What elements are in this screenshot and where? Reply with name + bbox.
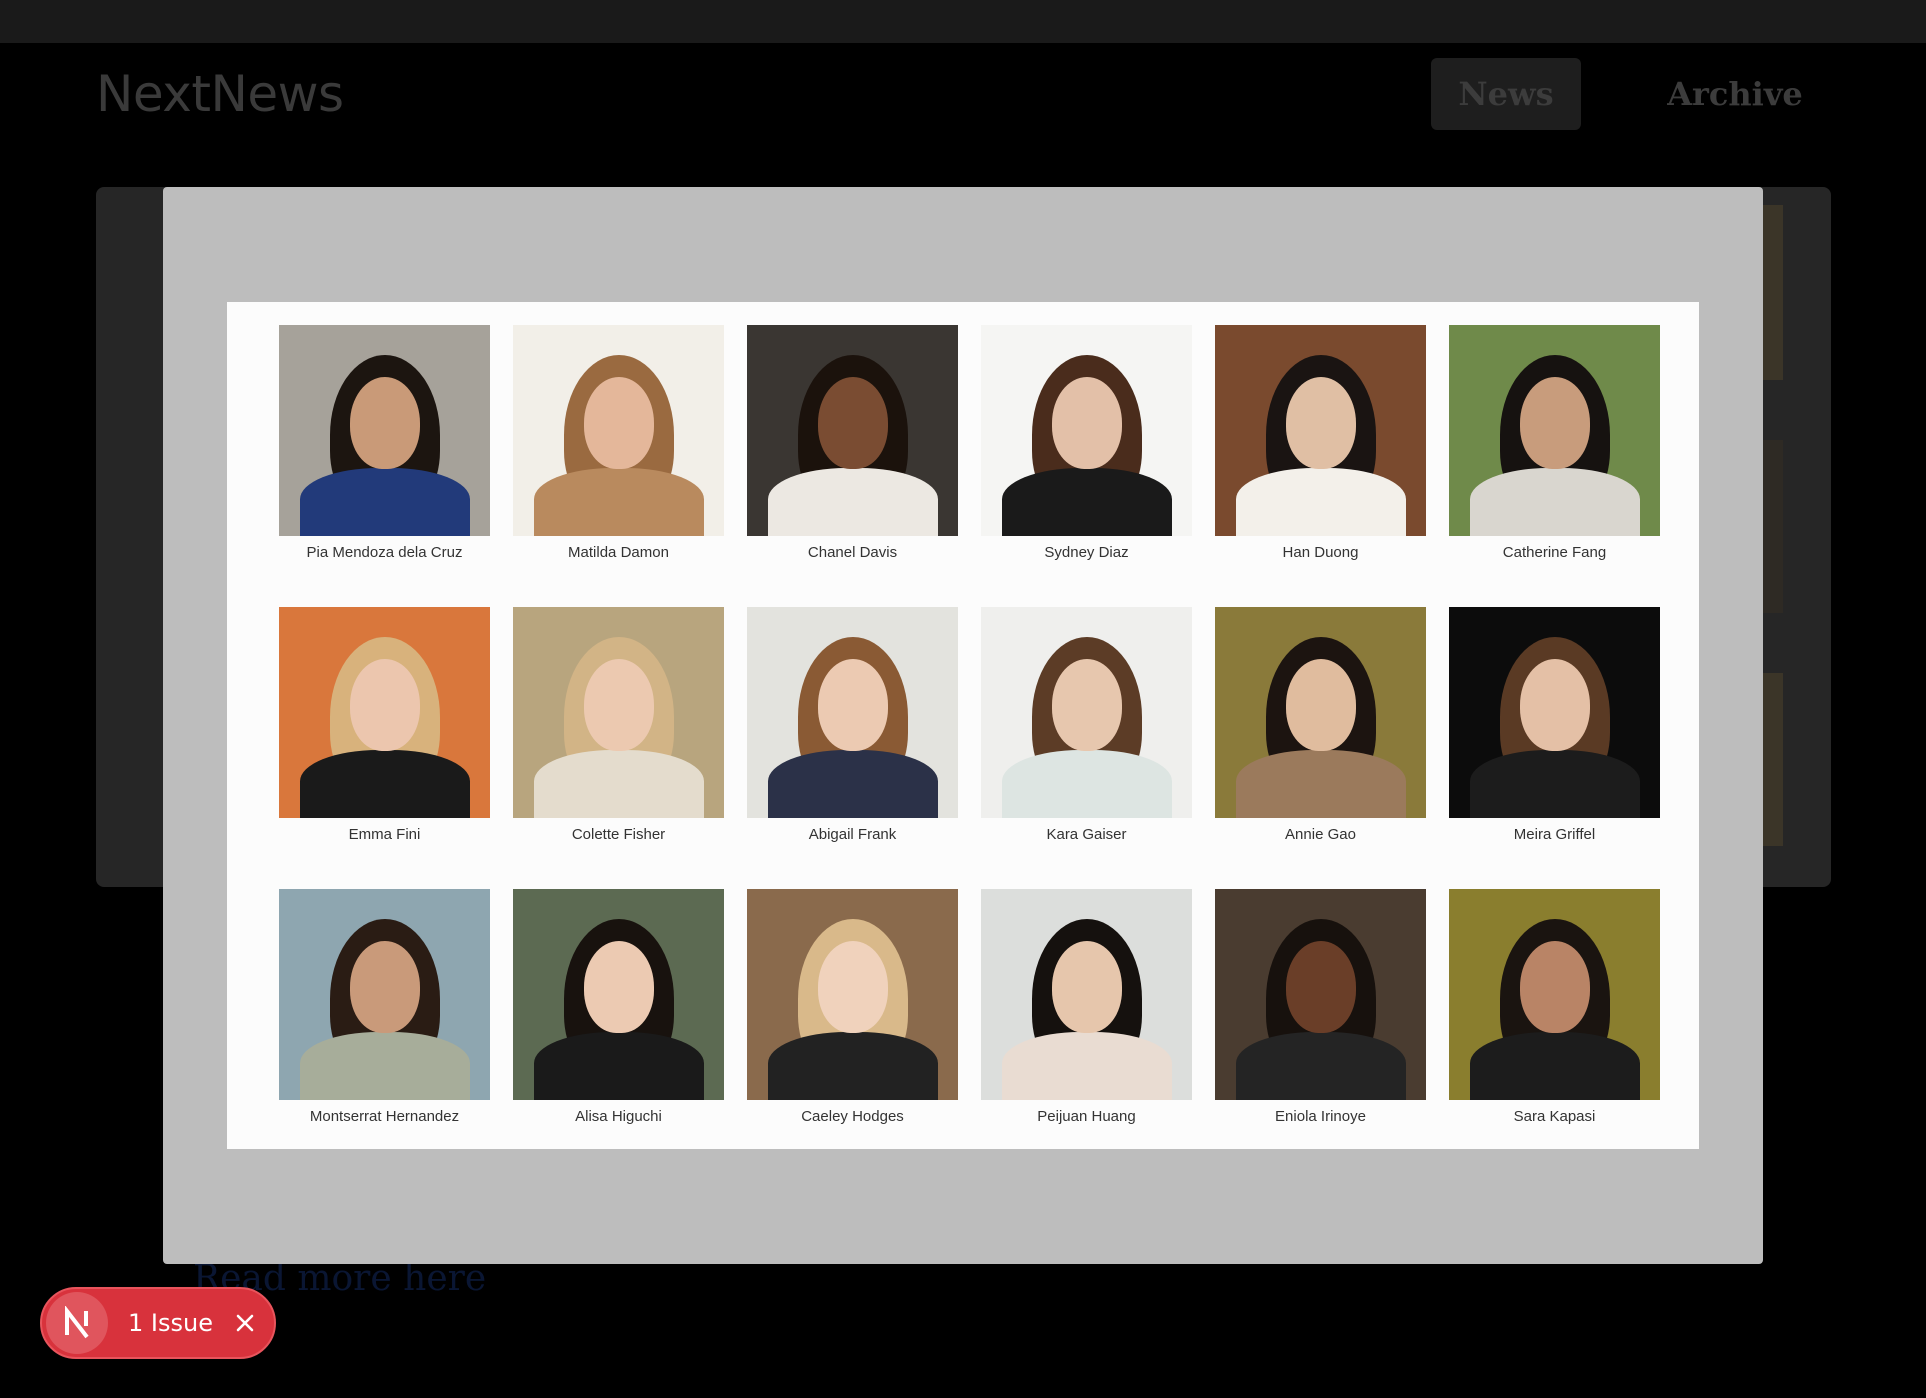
staff-photo [513,889,724,1100]
staff-name: Montserrat Hernandez [309,1108,460,1125]
staff-member-card: Sara Kapasi [1449,889,1660,1153]
staff-member-card: Peijuan Huang [981,889,1192,1153]
staff-photo [279,607,490,818]
staff-member-card: Sydney Diaz [981,325,1192,589]
staff-photo [981,607,1192,818]
staff-photo [747,607,958,818]
staff-member-card: Alisa Higuchi [513,889,724,1153]
staff-name: Han Duong [1282,544,1359,561]
staff-name: Pia Mendoza dela Cruz [306,544,463,561]
staff-photo [279,325,490,536]
staff-member-card: Emma Fini [279,607,490,871]
staff-photo [1449,607,1660,818]
site-logo[interactable]: NextNews [96,65,344,123]
staff-name: Colette Fisher [571,826,666,843]
staff-photo [513,325,724,536]
staff-photo [279,889,490,1100]
staff-member-card: Catherine Fang [1449,325,1660,589]
staff-name: Peijuan Huang [1037,1108,1136,1125]
staff-name: Sara Kapasi [1513,1108,1596,1125]
staff-name: Matilda Damon [568,544,669,561]
staff-grid: Pia Mendoza dela Cruz Matilda Damon Chanel… [279,325,1660,1153]
staff-member-card: Colette Fisher [513,607,724,871]
staff-name: Eniola Irinoye [1275,1108,1366,1125]
staff-photo [1449,889,1660,1100]
staff-photo [1215,607,1426,818]
close-icon[interactable] [231,1309,259,1337]
staff-photo [981,889,1192,1100]
nav-news[interactable]: News [1431,58,1581,130]
staff-name: Abigail Frank [808,826,897,843]
image-lightbox-modal: Pia Mendoza dela Cruz Matilda Damon Chanel… [163,187,1763,1264]
issues-count-label: 1 Issue [128,1309,213,1337]
staff-photo [513,607,724,818]
staff-name: Caeley Hodges [801,1108,904,1125]
staff-name: Emma Fini [348,826,421,843]
staff-member-card: Han Duong [1215,325,1426,589]
staff-member-card: Kara Gaiser [981,607,1192,871]
staff-photo [747,325,958,536]
staff-photo [747,889,958,1100]
staff-photo [1215,889,1426,1100]
site-header: NextNews News Archive [0,43,1926,143]
staff-photo [1449,325,1660,536]
staff-name: Alisa Higuchi [575,1108,662,1125]
staff-name: Kara Gaiser [1046,826,1127,843]
staff-member-card: Meira Griffel [1449,607,1660,871]
issues-badge[interactable]: 1 Issue [40,1287,276,1359]
staff-photo [981,325,1192,536]
staff-member-card: Caeley Hodges [747,889,958,1153]
staff-member-card: Abigail Frank [747,607,958,871]
nextjs-logo-icon [46,1292,108,1354]
staff-member-card: Annie Gao [1215,607,1426,871]
nextjs-n-icon [65,1306,89,1339]
staff-name: Meira Griffel [1513,826,1596,843]
staff-name: Annie Gao [1285,826,1356,843]
staff-name: Chanel Davis [807,544,898,561]
staff-photo-grid-image: Pia Mendoza dela Cruz Matilda Damon Chanel… [227,302,1699,1149]
staff-name: Sydney Diaz [1044,544,1129,561]
staff-name: Catherine Fang [1502,544,1607,561]
staff-member-card: Montserrat Hernandez [279,889,490,1153]
browser-top-bar [0,0,1926,43]
staff-member-card: Matilda Damon [513,325,724,589]
staff-member-card: Chanel Davis [747,325,958,589]
staff-member-card: Eniola Irinoye [1215,889,1426,1153]
nav-archive[interactable]: Archive [1640,58,1830,130]
staff-member-card: Pia Mendoza dela Cruz [279,325,490,589]
staff-photo [1215,325,1426,536]
